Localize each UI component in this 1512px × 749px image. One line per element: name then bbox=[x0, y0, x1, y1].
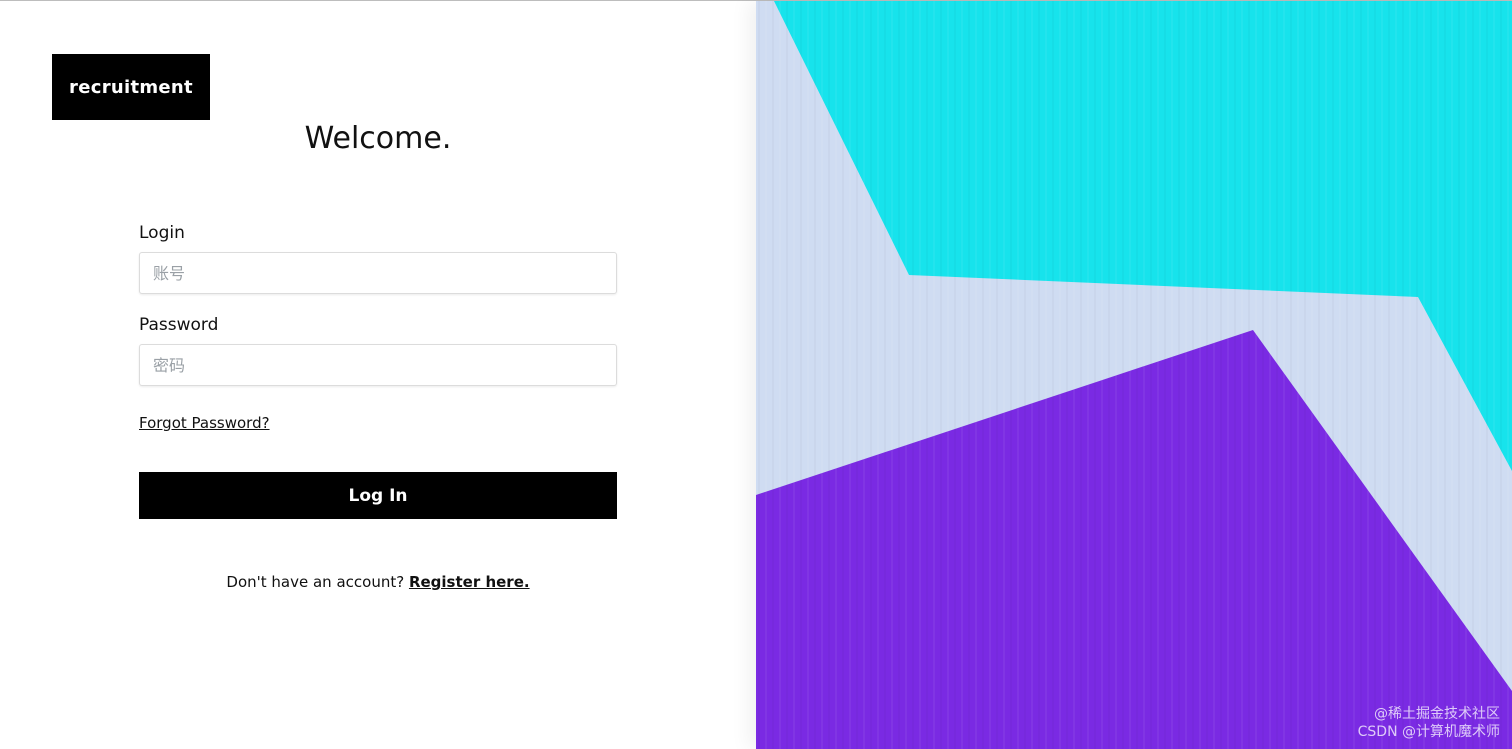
login-panel: recruitment Welcome. Login Password Forg… bbox=[0, 1, 756, 749]
decorative-artwork: @稀土掘金技术社区 CSDN @计算机魔术师 bbox=[756, 1, 1512, 749]
brand-logo[interactable]: recruitment bbox=[52, 54, 210, 120]
watermark: @稀土掘金技术社区 CSDN @计算机魔术师 bbox=[1358, 705, 1500, 741]
forgot-password-link[interactable]: Forgot Password? bbox=[139, 414, 270, 432]
login-label: Login bbox=[139, 223, 185, 243]
register-prompt-text: Don't have an account? bbox=[226, 573, 409, 591]
password-input[interactable] bbox=[139, 344, 617, 386]
login-input[interactable] bbox=[139, 252, 617, 294]
artwork-wood-texture bbox=[756, 1, 1512, 749]
watermark-line-1: @稀土掘金技术社区 bbox=[1374, 706, 1500, 722]
register-prompt: Don't have an account? Register here. bbox=[0, 573, 756, 591]
register-link[interactable]: Register here. bbox=[409, 573, 530, 591]
welcome-heading: Welcome. bbox=[304, 121, 452, 156]
artwork-image bbox=[756, 1, 1512, 749]
password-label: Password bbox=[139, 315, 219, 335]
login-button[interactable]: Log In bbox=[139, 472, 617, 519]
watermark-line-2: CSDN @计算机魔术师 bbox=[1357, 724, 1500, 740]
